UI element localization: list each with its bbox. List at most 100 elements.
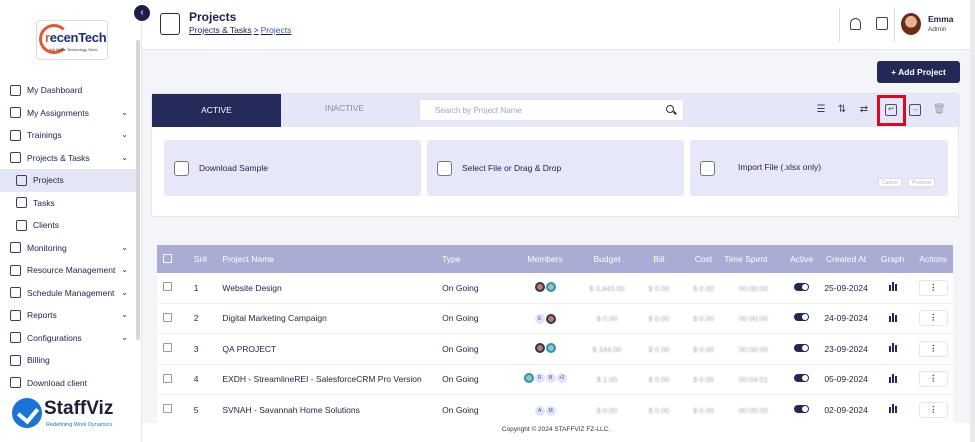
- member-initial[interactable]: R: [534, 373, 545, 384]
- member-avatar[interactable]: [545, 342, 556, 353]
- tab-inactive[interactable]: INACTIVE: [282, 94, 407, 127]
- member-initial[interactable]: B: [545, 373, 556, 384]
- sidebar-item-clients[interactable]: Clients: [0, 214, 136, 237]
- more-actions-button[interactable]: ⋮: [918, 371, 948, 388]
- user-name[interactable]: Emma: [928, 14, 954, 24]
- add-project-button[interactable]: + Add Project: [877, 61, 960, 83]
- sidebar-item-resource-management[interactable]: Resource Management ⌄: [0, 259, 136, 282]
- members[interactable]: E: [511, 312, 578, 325]
- breadcrumb-current[interactable]: Projects: [261, 25, 292, 35]
- chevron-down-icon[interactable]: ⌄: [121, 130, 128, 139]
- member-avatar[interactable]: [545, 314, 556, 325]
- table-row[interactable]: 4 EXDH - StreamlineREI - SalesforceCRM Pr…: [157, 364, 953, 395]
- download-sample-card[interactable]: Download Sample: [164, 140, 421, 196]
- sidebar-item-trainings[interactable]: Trainings ⌄: [0, 124, 136, 147]
- column-header-active[interactable]: Active: [783, 254, 821, 264]
- table-row[interactable]: 2 Digital Marketing Campaign On Going E $ 0.…: [157, 303, 953, 334]
- row-select[interactable]: [157, 373, 194, 385]
- export-file-icon[interactable]: →: [909, 104, 921, 116]
- row-checkbox[interactable]: [163, 343, 172, 353]
- row-select[interactable]: [157, 343, 194, 354]
- member-initial[interactable]: M: [545, 405, 556, 416]
- avatar[interactable]: [901, 13, 921, 35]
- column-header-time-spent[interactable]: Time Spent: [724, 254, 782, 264]
- active-toggle[interactable]: [794, 282, 810, 291]
- bar-chart-icon[interactable]: [888, 373, 897, 383]
- project-name[interactable]: EXDH - StreamlineREI - SalesforceCRM Pro…: [222, 374, 442, 384]
- member-avatar[interactable]: [523, 373, 534, 384]
- bar-chart-icon[interactable]: [888, 282, 897, 292]
- collapse-sidebar-button[interactable]: ‹: [134, 5, 150, 21]
- column-header-actions[interactable]: Actions: [913, 254, 953, 264]
- member-initial[interactable]: A: [534, 405, 545, 416]
- bar-chart-icon[interactable]: [888, 404, 897, 414]
- project-name[interactable]: Digital Marketing Campaign: [222, 313, 442, 323]
- row-checkbox[interactable]: [163, 282, 172, 292]
- sort-icon[interactable]: ⇅: [836, 104, 848, 116]
- more-actions-button[interactable]: ⋮: [918, 279, 948, 296]
- active-toggle[interactable]: [794, 374, 810, 383]
- column-header-budget[interactable]: Budget: [579, 254, 635, 264]
- project-name[interactable]: Website Design: [222, 283, 442, 293]
- sidebar-item-my-assignments[interactable]: My Assignments ⌄: [0, 102, 136, 125]
- chevron-down-icon[interactable]: ⌄: [121, 108, 128, 117]
- row-checkbox[interactable]: [163, 312, 172, 322]
- sidebar-item-configurations[interactable]: Configurations ⌄: [0, 327, 136, 350]
- id-card-icon[interactable]: [876, 17, 888, 30]
- chevron-down-icon[interactable]: ⌄: [121, 243, 128, 252]
- sidebar-scrollbar[interactable]: [136, 40, 140, 340]
- list-view-icon[interactable]: ☰: [815, 104, 827, 116]
- column-header-type[interactable]: Type: [442, 254, 511, 264]
- member-initial[interactable]: +2: [556, 373, 567, 384]
- members[interactable]: [511, 342, 578, 355]
- column-header-created-at[interactable]: Created At: [820, 254, 871, 264]
- column-header-project-name[interactable]: Project Name: [222, 254, 442, 264]
- trash-icon[interactable]: 🗑: [933, 104, 946, 116]
- sidebar-item-schedule-management[interactable]: Schedule Management ⌄: [0, 282, 136, 305]
- member-avatar[interactable]: [534, 342, 545, 353]
- project-name[interactable]: QA PROJECT: [222, 344, 442, 354]
- sidebar-item-tasks[interactable]: Tasks: [0, 192, 136, 215]
- page-scrollbar[interactable]: [970, 0, 975, 442]
- members[interactable]: [511, 281, 578, 294]
- select-file-card[interactable]: Select File or Drag & Drop: [427, 140, 684, 196]
- active-toggle[interactable]: [794, 343, 810, 352]
- column-header-bill[interactable]: Bill: [635, 254, 683, 264]
- more-actions-button[interactable]: ⋮: [918, 401, 948, 418]
- import-file-card[interactable]: Import File (.xlsx only) Cancel Proceed: [690, 140, 948, 196]
- active-toggle[interactable]: [794, 313, 810, 322]
- more-actions-button[interactable]: ⋮: [918, 310, 948, 327]
- active-toggle[interactable]: [794, 404, 810, 413]
- filter-icon[interactable]: ⇄: [858, 104, 870, 116]
- member-avatar[interactable]: [545, 281, 556, 292]
- search-input[interactable]: [420, 100, 650, 120]
- member-avatar[interactable]: [534, 281, 545, 292]
- search-box[interactable]: [419, 99, 684, 121]
- sidebar-item-my-dashboard[interactable]: My Dashboard: [0, 79, 136, 102]
- table-row[interactable]: 3 QA PROJECT On Going $ 344.00 $ 0.00 $ 0.00 0…: [157, 334, 953, 365]
- proceed-button[interactable]: Proceed: [908, 178, 935, 187]
- breadcrumb-parent[interactable]: Projects & Tasks: [189, 25, 252, 35]
- sidebar-item-reports[interactable]: Reports ⌄: [0, 304, 136, 327]
- search-icon[interactable]: [666, 105, 674, 113]
- members[interactable]: R B +2: [511, 373, 578, 385]
- select-all-checkbox[interactable]: [163, 253, 172, 263]
- member-initial[interactable]: E: [534, 314, 545, 325]
- sidebar-item-download-client[interactable]: Download client: [0, 372, 136, 395]
- column-header-sr-[interactable]: Sr#: [194, 254, 223, 264]
- chevron-down-icon[interactable]: ⌄: [121, 153, 128, 162]
- column-header-cost[interactable]: Cost: [683, 254, 725, 264]
- column-header-members[interactable]: Members: [511, 254, 578, 264]
- row-select[interactable]: [157, 312, 194, 324]
- sidebar-item-projects[interactable]: Projects: [0, 169, 136, 192]
- table-row[interactable]: 5 SVNAH - Savannah Home Solutions On Going…: [157, 395, 953, 426]
- members[interactable]: AM: [511, 404, 578, 416]
- sidebar-item-projects-tasks[interactable]: Projects & Tasks ⌄: [0, 147, 136, 170]
- company-logo[interactable]: recenTech We Make Technology Work: [36, 20, 108, 60]
- row-checkbox[interactable]: [163, 404, 172, 414]
- bar-chart-icon[interactable]: [888, 312, 897, 322]
- chevron-down-icon[interactable]: ⌄: [121, 288, 128, 297]
- sidebar-item-billing[interactable]: Billing: [0, 349, 136, 372]
- row-select[interactable]: [157, 282, 194, 293]
- chevron-down-icon[interactable]: ⌄: [121, 333, 128, 342]
